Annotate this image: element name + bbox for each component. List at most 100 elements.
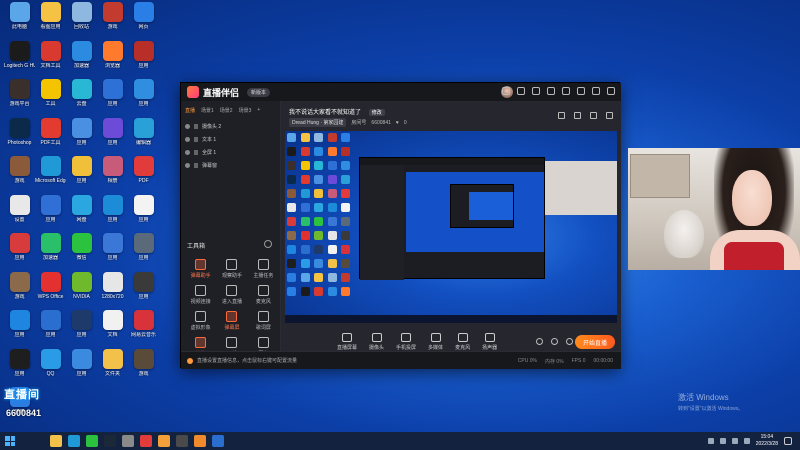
scene-tab[interactable]: 场景1	[201, 107, 214, 114]
desktop-icon[interactable]: NVIDIA	[66, 271, 97, 308]
visibility-icon[interactable]	[185, 124, 190, 129]
toolbox-item[interactable]: 观察助手	[216, 259, 247, 279]
desktop-icon[interactable]: 此电脑	[4, 2, 35, 38]
taskbar-app-icon[interactable]	[212, 435, 224, 447]
desktop-icon[interactable]: PDF	[128, 156, 159, 192]
toolbox-help-icon[interactable]	[264, 240, 272, 248]
source-button[interactable]: 直播屏幕	[337, 333, 357, 351]
stream-preview[interactable]	[285, 131, 617, 323]
volume-icon[interactable]	[731, 438, 738, 444]
desktop-icon[interactable]: 应用	[128, 79, 159, 115]
taskbar-app-icon[interactable]	[140, 435, 152, 447]
taskbar-app-icon[interactable]	[104, 435, 116, 447]
desktop-icon[interactable]: PDF工具	[35, 117, 66, 154]
desktop-icon[interactable]: 应用	[66, 156, 97, 192]
source-button[interactable]: 麦克风	[455, 333, 470, 351]
gift-icon[interactable]	[517, 87, 525, 95]
desktop-icon[interactable]: 游戏	[4, 156, 35, 192]
clock[interactable]: 15:04 2022/3/28	[756, 434, 778, 448]
desktop-icon[interactable]: 网页	[128, 2, 159, 38]
start-button[interactable]	[0, 432, 20, 450]
minimize-icon[interactable]	[577, 87, 585, 95]
desktop-icon[interactable]: 应用	[35, 194, 66, 231]
desktop-icon[interactable]: Microsoft Edge	[35, 156, 66, 192]
desktop-icon[interactable]: WPS Office	[35, 271, 66, 308]
ime-icon[interactable]	[743, 438, 750, 444]
taskbar-app-icon[interactable]	[86, 435, 98, 447]
desktop-icon[interactable]: 云盘	[66, 79, 97, 115]
settings-gear-icon[interactable]	[566, 338, 573, 345]
desktop-icon[interactable]: 应用	[66, 117, 97, 154]
more-icon[interactable]	[606, 112, 613, 119]
taskbar-app-icon[interactable]	[176, 435, 188, 447]
desktop-icon[interactable]: 看图应用	[35, 2, 66, 38]
desktop-icon[interactable]: 应用	[4, 310, 35, 346]
notification-icon[interactable]	[784, 437, 792, 445]
visibility-icon[interactable]	[185, 137, 190, 142]
desktop-icon[interactable]: 相册	[97, 156, 128, 192]
edit-title-button[interactable]: 修改	[368, 109, 385, 116]
taskbar-app-icon[interactable]	[50, 435, 62, 447]
settings-icon[interactable]	[532, 87, 540, 95]
layout-icon[interactable]	[574, 112, 581, 119]
layer-item[interactable]: 弹幕窗	[185, 159, 276, 172]
network-icon[interactable]	[719, 438, 726, 444]
desktop-icon[interactable]: 文件夹	[97, 348, 128, 385]
toolbox-item[interactable]: 主播任务	[248, 259, 279, 279]
desktop-icon[interactable]: 1280x720	[97, 271, 128, 308]
desktop-icon[interactable]: QQ	[35, 348, 66, 385]
help-icon[interactable]	[547, 87, 555, 95]
desktop-icon[interactable]: 浏览器	[97, 40, 128, 77]
desktop-icon[interactable]: 游戏	[128, 348, 159, 385]
desktop-icon[interactable]: 应用	[97, 233, 128, 269]
toolbox-item[interactable]: 弹幕助手	[185, 259, 216, 279]
toolbox-item[interactable]: 歌词屏	[248, 311, 279, 331]
desktop-icon[interactable]: 应用	[128, 194, 159, 231]
desktop-icon[interactable]: 应用	[128, 271, 159, 308]
desktop-icon[interactable]: 应用	[66, 348, 97, 385]
game-tag[interactable]: Dread Hung · 第家园建	[289, 118, 347, 127]
toolbox-item[interactable]: 麦克风	[248, 285, 279, 305]
desktop-icon[interactable]: 网易云音乐	[128, 310, 159, 346]
visibility-icon[interactable]	[185, 150, 190, 155]
desktop-icon[interactable]: 游戏平台	[4, 79, 35, 115]
scene-tab[interactable]: +	[257, 107, 260, 114]
desktop-icon[interactable]: 设置	[4, 194, 35, 231]
toolbox-item[interactable]: 虚拟形象	[185, 311, 216, 331]
desktop-icon[interactable]: 文档	[97, 310, 128, 346]
version-badge[interactable]: 新版本	[247, 87, 271, 97]
source-button[interactable]: 扬声器	[482, 333, 497, 351]
desktop-icon[interactable]: 加速器	[66, 40, 97, 77]
desktop-icon[interactable]: 微信	[66, 233, 97, 269]
desktop-icon[interactable]: 游戏	[4, 271, 35, 308]
desktop-icon[interactable]: Photoshop	[4, 117, 35, 154]
toolbox-item[interactable]: 视频连接	[185, 285, 216, 305]
lock-icon[interactable]	[194, 137, 198, 142]
desktop-icon[interactable]: 网盘	[66, 194, 97, 231]
source-button[interactable]: 手机投屏	[396, 333, 416, 351]
visibility-icon[interactable]	[185, 163, 190, 168]
desktop-icon[interactable]: 游戏	[97, 2, 128, 38]
source-button[interactable]: 摄像头	[369, 333, 384, 351]
eye-icon[interactable]	[551, 338, 558, 345]
desktop-icon[interactable]: 应用	[97, 194, 128, 231]
scene-tab[interactable]: 场景3	[239, 107, 252, 114]
tray-chevron-icon[interactable]	[707, 438, 714, 444]
source-button[interactable]: 多媒体	[428, 333, 443, 351]
desktop-icon[interactable]: 应用	[66, 310, 97, 346]
desktop-icon[interactable]: 应用	[4, 348, 35, 385]
desktop-icon[interactable]: 应用	[97, 79, 128, 115]
lock-icon[interactable]	[194, 150, 198, 155]
mail-icon[interactable]	[502, 87, 510, 95]
maximize-icon[interactable]	[592, 87, 600, 95]
desktop-icon[interactable]: 加速器	[35, 233, 66, 269]
scene-tab[interactable]: 直播	[185, 107, 195, 114]
taskbar-app-icon[interactable]	[122, 435, 134, 447]
menu-icon[interactable]	[562, 87, 570, 95]
lock-icon[interactable]	[194, 163, 198, 168]
desktop-icon[interactable]: 应用	[4, 233, 35, 269]
layer-item[interactable]: 全屏 1	[185, 146, 276, 159]
desktop-icon[interactable]: 工具	[35, 79, 66, 115]
scene-tab[interactable]: 场景2	[220, 107, 233, 114]
close-icon[interactable]	[607, 87, 615, 95]
